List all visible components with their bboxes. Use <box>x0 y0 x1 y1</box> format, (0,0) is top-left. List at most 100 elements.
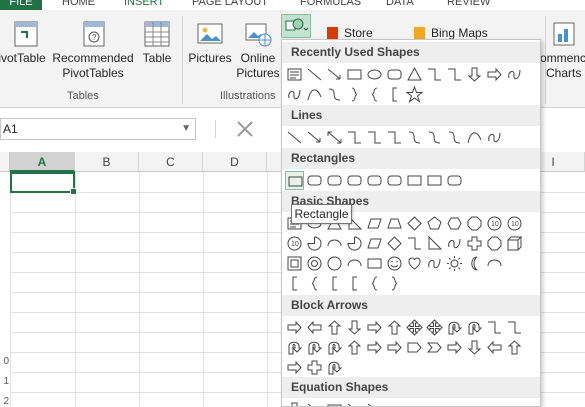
brace2-shape-icon[interactable] <box>345 85 364 104</box>
table-button[interactable]: Table <box>137 20 177 66</box>
column-header-a[interactable]: A <box>10 152 75 172</box>
darrow-shape-icon[interactable] <box>465 338 484 357</box>
oval-shape-icon[interactable] <box>365 65 384 84</box>
rarrow-shape-icon[interactable] <box>365 338 384 357</box>
rect-shape-icon[interactable] <box>365 254 384 273</box>
free-shape-icon[interactable] <box>445 234 464 253</box>
elbow-shape-icon[interactable] <box>445 65 464 84</box>
rrect-shape-icon[interactable] <box>345 171 364 190</box>
column-header-d[interactable]: D <box>203 152 267 172</box>
tab-data[interactable]: DATA <box>386 0 414 10</box>
line-shape-icon[interactable] <box>305 65 324 84</box>
tab-formulas[interactable]: FORMULAS <box>300 0 361 10</box>
tab-home[interactable]: HOME <box>62 0 95 10</box>
shapes-button[interactable] <box>281 14 311 38</box>
rrect-shape-icon[interactable] <box>305 171 324 190</box>
online-pictures-button[interactable]: Online Pictures <box>236 20 280 81</box>
plus-shape-icon[interactable] <box>465 234 484 253</box>
elbow-shape-icon[interactable] <box>345 128 364 147</box>
num-shape-icon[interactable]: 10 <box>505 214 524 233</box>
uarrow-shape-icon[interactable] <box>385 318 404 337</box>
plus-shape-icon[interactable] <box>305 358 324 377</box>
free-shape-icon[interactable] <box>285 85 304 104</box>
uarrow-shape-icon[interactable] <box>345 338 364 357</box>
brace-shape-icon[interactable] <box>365 274 384 293</box>
oct-shape-icon[interactable] <box>485 234 504 253</box>
frame-shape-icon[interactable] <box>285 254 304 273</box>
rect-shape-icon[interactable] <box>325 400 344 406</box>
rect-shape-icon[interactable] <box>425 171 444 190</box>
elbow-shape-icon[interactable] <box>425 65 444 84</box>
pie-shape-icon[interactable] <box>345 234 364 253</box>
larrow-shape-icon[interactable] <box>485 338 504 357</box>
scurve-shape-icon[interactable] <box>405 128 424 147</box>
rect-shape-icon[interactable] <box>285 171 304 190</box>
free-shape-icon[interactable] <box>485 128 504 147</box>
arrow-shape-icon[interactable] <box>305 128 324 147</box>
textbox-shape-icon[interactable] <box>285 65 304 84</box>
elbow-shape-icon[interactable] <box>365 128 384 147</box>
arc-shape-icon[interactable] <box>485 254 504 273</box>
row-number[interactable]: 1 <box>0 376 9 387</box>
recommended-charts-button[interactable]: ommenc Charts <box>540 20 585 81</box>
quad-shape-icon[interactable] <box>425 318 444 337</box>
pivottable-button[interactable]: PivotTable <box>0 20 50 66</box>
bracket-shape-icon[interactable] <box>285 274 304 293</box>
pictures-button[interactable]: Pictures <box>186 20 234 66</box>
name-box[interactable]: A1 ▼ <box>0 118 196 140</box>
pie-shape-icon[interactable] <box>305 234 324 253</box>
uturn-shape-icon[interactable] <box>325 338 344 357</box>
arc-shape-icon[interactable] <box>345 254 364 273</box>
rarrow-shape-icon[interactable] <box>365 318 384 337</box>
arc-shape-icon[interactable] <box>325 234 344 253</box>
rrect-shape-icon[interactable] <box>445 171 464 190</box>
elbow-shape-icon[interactable] <box>405 234 424 253</box>
active-cell-a1[interactable] <box>10 172 77 195</box>
arrow-shape-icon[interactable] <box>325 65 344 84</box>
free-shape-icon[interactable] <box>425 254 444 273</box>
rarrow-shape-icon[interactable] <box>445 338 464 357</box>
dia-shape-icon[interactable] <box>405 214 424 233</box>
quad-shape-icon[interactable] <box>405 318 424 337</box>
larrow-shape-icon[interactable] <box>305 318 324 337</box>
rrect-shape-icon[interactable] <box>385 171 404 190</box>
brace-shape-icon[interactable] <box>305 274 324 293</box>
bracket-shape-icon[interactable] <box>325 274 344 293</box>
select-all-corner[interactable] <box>0 152 10 172</box>
tab-insert[interactable]: INSERT <box>124 0 164 10</box>
rrect-shape-icon[interactable] <box>385 65 404 84</box>
darrow-shape-icon[interactable] <box>465 65 484 84</box>
moon-shape-icon[interactable] <box>465 254 484 273</box>
scurve-shape-icon[interactable] <box>445 128 464 147</box>
plus-shape-icon[interactable] <box>285 400 304 406</box>
line-shape-icon[interactable] <box>305 400 324 406</box>
elbow-shape-icon[interactable] <box>505 318 524 337</box>
line-shape-icon[interactable] <box>285 128 304 147</box>
circ-shape-icon[interactable] <box>325 254 344 273</box>
uarrow-shape-icon[interactable] <box>505 338 524 357</box>
star-shape-icon[interactable] <box>405 85 424 104</box>
hex-shape-icon[interactable] <box>445 214 464 233</box>
smile-shape-icon[interactable] <box>385 254 404 273</box>
para-shape-icon[interactable] <box>365 214 384 233</box>
uturn-shape-icon[interactable] <box>465 318 484 337</box>
oct-shape-icon[interactable] <box>465 214 484 233</box>
recommended-pivottables-button[interactable]: ? Recommended PivotTables <box>52 20 134 81</box>
brace2-shape-icon[interactable] <box>385 274 404 293</box>
bracket-shape-icon[interactable] <box>345 274 364 293</box>
uturn-shape-icon[interactable] <box>325 358 344 377</box>
tri-shape-icon[interactable] <box>405 65 424 84</box>
num-shape-icon[interactable]: 10 <box>285 234 304 253</box>
column-header-c[interactable]: C <box>139 152 203 172</box>
row-number[interactable]: 2 <box>0 396 9 407</box>
para-shape-icon[interactable] <box>365 234 384 253</box>
elbow-shape-icon[interactable] <box>385 128 404 147</box>
rect-shape-icon[interactable] <box>405 171 424 190</box>
rarrow-shape-icon[interactable] <box>285 358 304 377</box>
rarrow-shape-icon[interactable] <box>485 65 504 84</box>
tab-page-layout[interactable]: PAGE LAYOUT <box>192 0 268 10</box>
darrow-shape-icon[interactable] <box>345 318 364 337</box>
scurve-shape-icon[interactable] <box>325 85 344 104</box>
tab-review[interactable]: REVIEW <box>447 0 490 10</box>
dia-shape-icon[interactable] <box>385 234 404 253</box>
